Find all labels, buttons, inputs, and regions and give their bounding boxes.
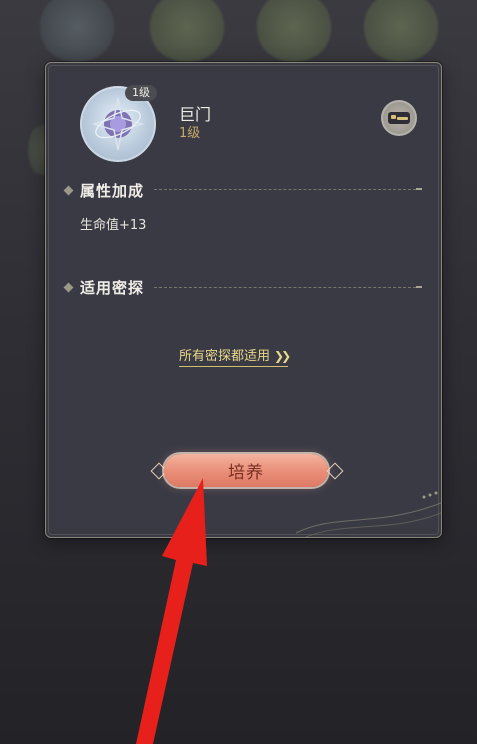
- divider: [154, 287, 416, 288]
- applicable-section-header: 适用密探: [63, 277, 145, 298]
- background-bubble: [255, 0, 333, 62]
- bed-button[interactable]: [381, 100, 417, 136]
- bed-icon: [388, 112, 410, 124]
- divider: [154, 189, 416, 190]
- attribute-section-header: 属性加成: [63, 180, 145, 201]
- decorative-wave: [296, 491, 441, 537]
- train-button-label: 培养: [228, 463, 264, 483]
- all-agents-link[interactable]: 所有密探都适用 ❯❯: [179, 345, 291, 367]
- button-ornament-right: [326, 462, 344, 480]
- background-bubble: [38, 0, 116, 62]
- section-title: 属性加成: [80, 182, 145, 200]
- level-badge: 1级: [125, 85, 157, 101]
- item-detail-panel: 1级 巨门 1级 属性加成 生命值+13 适用密探 所有密探都适用 ❯❯ 培养: [45, 62, 442, 538]
- link-label: 所有密探都适用: [179, 349, 271, 364]
- diamond-icon: [63, 185, 74, 196]
- divider-end: [416, 188, 422, 190]
- diamond-icon: [63, 282, 74, 293]
- item-level: 1级: [179, 126, 201, 141]
- section-title: 适用密探: [80, 279, 145, 297]
- background-bubble: [362, 0, 440, 62]
- background-bubble: [148, 0, 226, 62]
- attribute-value: 生命值+13: [80, 218, 147, 233]
- double-chevron-right-icon: ❯❯: [274, 349, 291, 363]
- divider-end: [416, 286, 422, 288]
